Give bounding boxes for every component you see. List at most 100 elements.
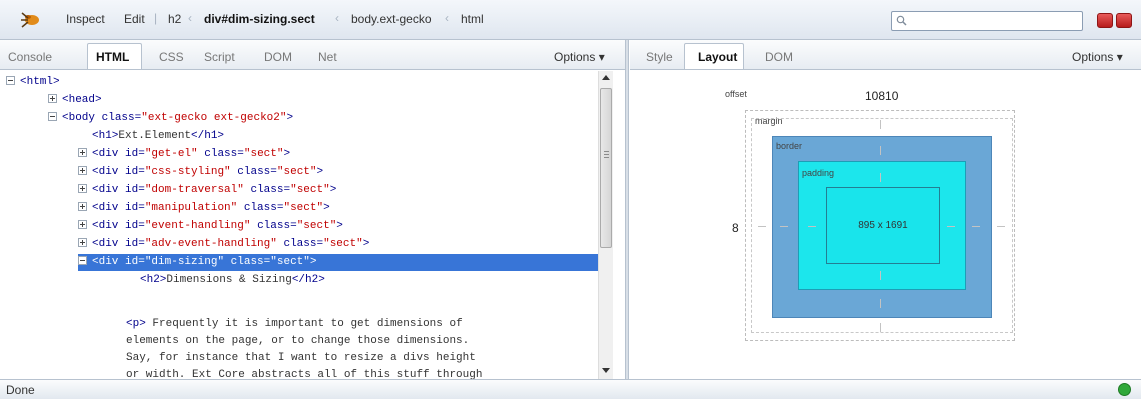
tree-tag-close: > xyxy=(316,166,324,178)
right-options-menu[interactable]: Options ▾ xyxy=(1072,50,1123,64)
tree-line[interactable]: <div id="dom-traversal" class="sect"> xyxy=(78,182,336,199)
breadcrumb-item-div[interactable]: div#dim-sizing.sect xyxy=(204,12,315,26)
expand-icon[interactable] xyxy=(78,184,87,193)
tree-tag: <div xyxy=(92,202,119,214)
tree-attr-value[interactable]: "manipulation" xyxy=(145,202,237,214)
tree-line[interactable]: <div id="css-styling" class="sect"> xyxy=(78,164,323,181)
tree-attr-value[interactable]: "css-styling" xyxy=(145,166,231,178)
tree-attr-value[interactable]: "ext-gecko ext-gecko2" xyxy=(141,112,286,124)
expand-icon[interactable] xyxy=(78,238,87,247)
panel-divider[interactable] xyxy=(625,40,629,379)
breadcrumb-item-body[interactable]: body.ext-gecko xyxy=(351,12,432,26)
offset-value[interactable]: 10810 xyxy=(865,89,898,103)
collapse-icon[interactable] xyxy=(78,256,87,265)
breadcrumb-separator-icon: ‹ xyxy=(445,11,449,25)
minimize-button[interactable] xyxy=(1097,13,1113,28)
tree-line[interactable]: <div id="adv-event-handling" class="sect… xyxy=(78,236,369,253)
tree-attr-name: id xyxy=(125,202,139,214)
tree-attr-name: class xyxy=(243,202,277,214)
paragraph-line: Frequently it is important to get dimens… xyxy=(152,318,463,330)
breadcrumb-item-html[interactable]: html xyxy=(461,12,484,26)
search-input[interactable] xyxy=(891,11,1083,31)
margin-right-dash xyxy=(997,226,1005,227)
tree-attr-value[interactable]: "sect" xyxy=(283,202,323,214)
toolbar-separator: | xyxy=(154,11,158,25)
tab-script[interactable]: Script xyxy=(204,50,235,64)
tree-line[interactable]: <div id="get-el" class="sect"> xyxy=(78,146,290,163)
status-bar: Done xyxy=(0,379,1141,399)
close-button[interactable] xyxy=(1116,13,1132,28)
tree-attr-value[interactable]: "sect" xyxy=(297,220,337,232)
left-offset-value[interactable]: 8 xyxy=(732,221,739,235)
tree-attr-value[interactable]: "sect" xyxy=(270,256,310,268)
paragraph-node[interactable]: <p> Frequently it is important to get di… xyxy=(126,316,596,379)
scroll-down-arrow-icon[interactable] xyxy=(602,368,610,373)
tree-attr-value[interactable]: "get-el" xyxy=(145,148,198,160)
left-options-menu[interactable]: Options ▾ xyxy=(554,50,605,64)
tree-attr-value[interactable]: "sect" xyxy=(323,238,363,250)
scroll-up-arrow-icon[interactable] xyxy=(602,75,610,80)
tree-tag-close: > xyxy=(309,256,317,268)
tree-attr-name: id xyxy=(125,166,139,178)
border-label: border xyxy=(776,141,803,151)
tree-attr-name: class xyxy=(237,166,271,178)
tree-line[interactable]: <h1>Ext.Element</h1> xyxy=(92,128,224,145)
expand-icon[interactable] xyxy=(78,220,87,229)
tree-attr-value[interactable]: "sect" xyxy=(277,166,317,178)
tree-tag: <div xyxy=(92,256,119,268)
tree-attr-value[interactable]: "sect" xyxy=(290,184,330,196)
paragraph-line: elements on the page, or to change those… xyxy=(126,335,470,347)
tab-dom[interactable]: DOM xyxy=(264,50,292,64)
padding-right-dash xyxy=(947,226,955,227)
tree-line[interactable]: <html> xyxy=(6,74,60,91)
tab-css[interactable]: CSS xyxy=(159,50,184,64)
tree-attr-value[interactable]: "sect" xyxy=(244,148,284,160)
margin-left-dash xyxy=(758,226,766,227)
tree-line[interactable]: <h2>Dimensions & Sizing</h2> xyxy=(140,272,325,289)
tab-dom-side[interactable]: DOM xyxy=(765,50,793,64)
tab-html[interactable]: HTML xyxy=(96,50,129,64)
tree-attr-name: class xyxy=(283,238,317,250)
tab-style[interactable]: Style xyxy=(646,50,673,64)
tree-line-selected[interactable]: <div id="dim-sizing" class="sect"> xyxy=(78,254,598,271)
breadcrumb-item-h2[interactable]: h2 xyxy=(168,12,181,26)
status-ok-icon[interactable] xyxy=(1118,383,1131,396)
border-bottom-dash xyxy=(880,299,881,308)
tree-tag: <div xyxy=(92,166,119,178)
tree-tag-close: > xyxy=(283,148,291,160)
paragraph-line: Say, for instance that I want to resize … xyxy=(126,352,476,364)
tree-line[interactable]: <div id="manipulation" class="sect"> xyxy=(78,200,330,217)
tree-text: Dimensions & Sizing xyxy=(166,274,292,286)
tree-tag: <h2> xyxy=(140,274,167,286)
tree-text: Ext.Element xyxy=(118,130,192,142)
collapse-icon[interactable] xyxy=(48,112,57,121)
tree-attr-name: class xyxy=(250,184,284,196)
tree-line[interactable]: <div id="event-handling" class="sect"> xyxy=(78,218,343,235)
tab-layout[interactable]: Layout xyxy=(698,50,737,64)
tree-tag-close: > xyxy=(323,202,330,214)
p-tag: <p> xyxy=(126,318,146,330)
status-text: Done xyxy=(6,383,35,397)
tree-attr-value[interactable]: "dim-sizing" xyxy=(145,256,224,268)
expand-icon[interactable] xyxy=(78,148,87,157)
inspect-button[interactable]: Inspect xyxy=(66,12,105,26)
collapse-icon[interactable] xyxy=(6,76,15,85)
margin-top-dash xyxy=(880,120,881,129)
tree-line[interactable]: <body class="ext-gecko ext-gecko2"> xyxy=(48,110,293,127)
firebug-logo-icon[interactable] xyxy=(18,9,42,31)
expand-icon[interactable] xyxy=(78,166,87,175)
edit-button[interactable]: Edit xyxy=(124,12,145,26)
html-panel-scrollbar[interactable] xyxy=(598,71,613,379)
expand-icon[interactable] xyxy=(78,202,87,211)
tree-attr-value[interactable]: "adv-event-handling" xyxy=(145,238,277,250)
tree-attr-value[interactable]: "dom-traversal" xyxy=(145,184,244,196)
tree-attr-value[interactable]: "event-handling" xyxy=(145,220,251,232)
tree-line[interactable]: <head> xyxy=(48,92,102,109)
content-size[interactable]: 895 x 1691 xyxy=(826,220,940,231)
tab-console[interactable]: Console xyxy=(8,50,52,64)
tree-attr-name: class xyxy=(204,148,238,160)
tree-tag: <div xyxy=(92,220,119,232)
scroll-thumb[interactable] xyxy=(600,88,612,248)
tab-net[interactable]: Net xyxy=(318,50,337,64)
expand-icon[interactable] xyxy=(48,94,57,103)
